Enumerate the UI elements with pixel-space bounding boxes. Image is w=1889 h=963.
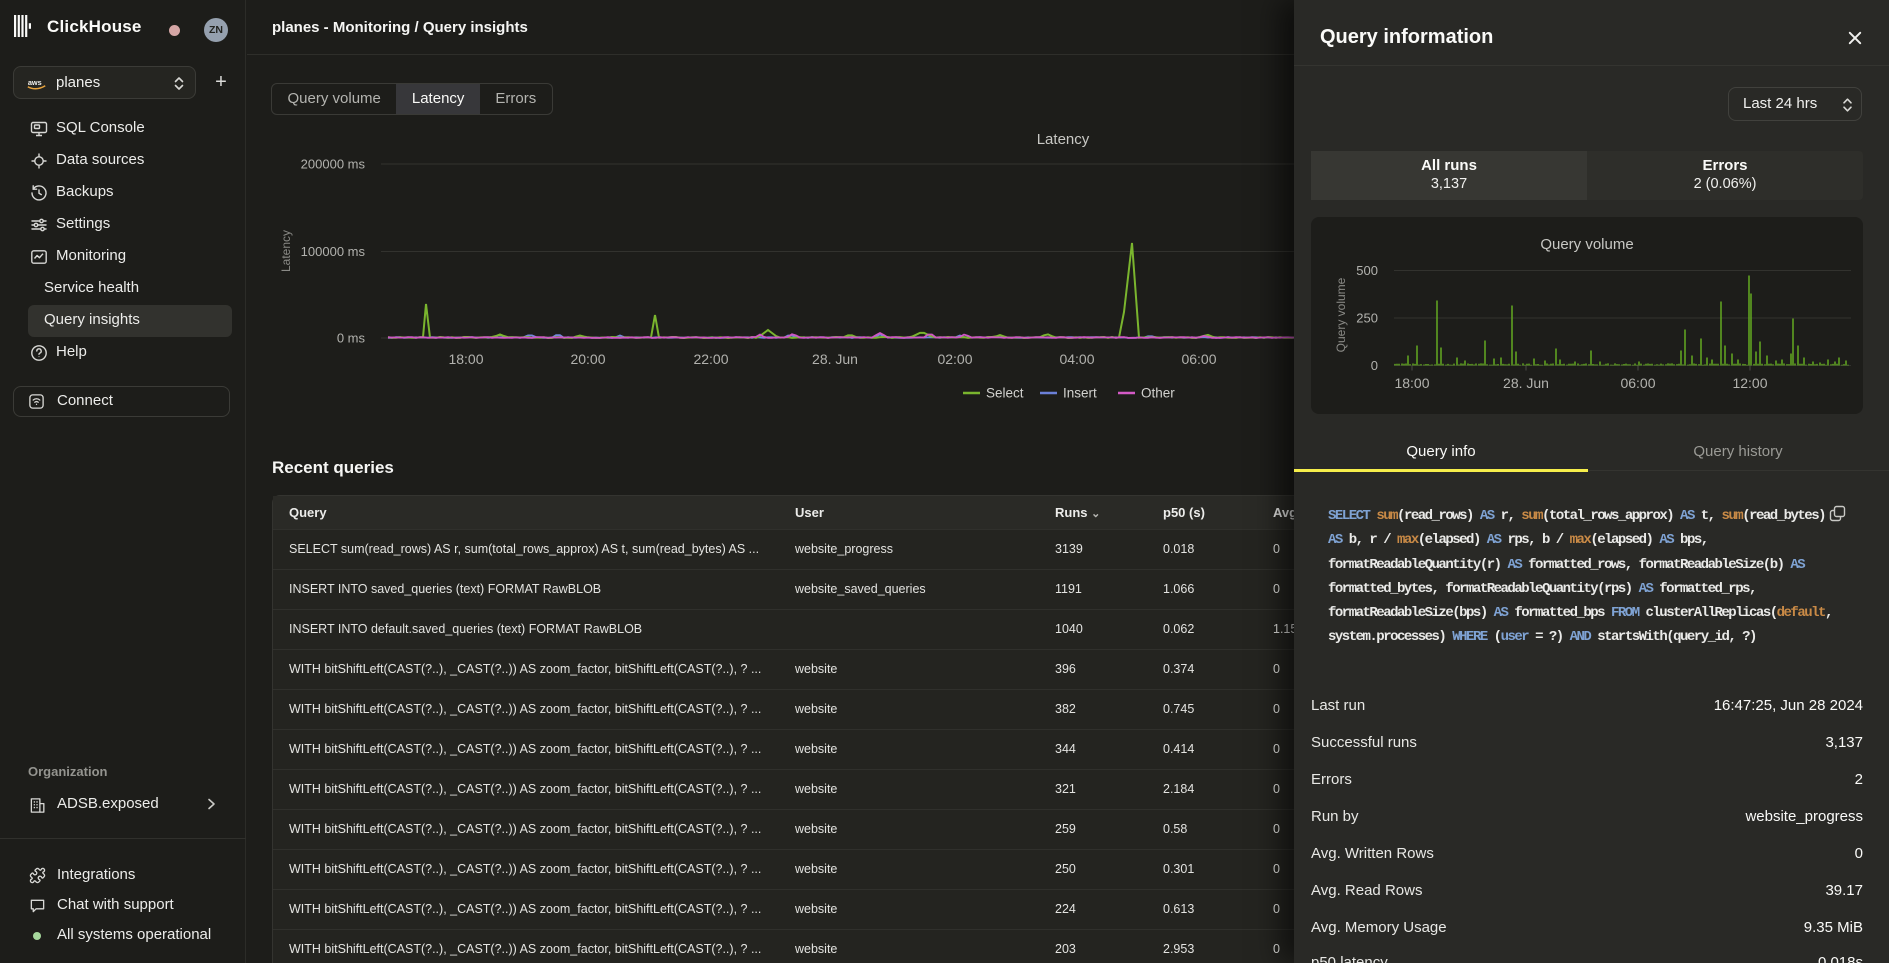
svg-text:Query volume: Query volume	[1334, 277, 1348, 352]
svg-text:18:00: 18:00	[1394, 375, 1429, 391]
svg-text:02:00: 02:00	[937, 351, 972, 367]
svg-text:Select: Select	[986, 386, 1024, 401]
svg-text:Latency: Latency	[1037, 131, 1090, 148]
svg-text:04:00: 04:00	[1059, 351, 1094, 367]
svg-text:06:00: 06:00	[1181, 351, 1216, 367]
svg-text:200000 ms: 200000 ms	[301, 157, 366, 172]
svg-text:12:00: 12:00	[1732, 375, 1767, 391]
svg-text:0: 0	[1371, 358, 1378, 373]
svg-text:0 ms: 0 ms	[337, 331, 366, 346]
svg-text:aws: aws	[28, 78, 42, 87]
svg-text:Insert: Insert	[1063, 386, 1097, 401]
svg-text:28. Jun: 28. Jun	[1503, 375, 1549, 391]
svg-text:22:00: 22:00	[693, 351, 728, 367]
svg-text:20:00: 20:00	[570, 351, 605, 367]
svg-text:100000 ms: 100000 ms	[301, 244, 366, 259]
svg-text:500: 500	[1356, 263, 1378, 278]
svg-text:Latency: Latency	[279, 230, 293, 272]
svg-text:250: 250	[1356, 311, 1378, 326]
svg-text:Query volume: Query volume	[1540, 236, 1633, 253]
svg-text:06:00: 06:00	[1620, 375, 1655, 391]
svg-text:18:00: 18:00	[448, 351, 483, 367]
svg-text:Other: Other	[1141, 386, 1175, 401]
svg-text:28. Jun: 28. Jun	[812, 351, 858, 367]
